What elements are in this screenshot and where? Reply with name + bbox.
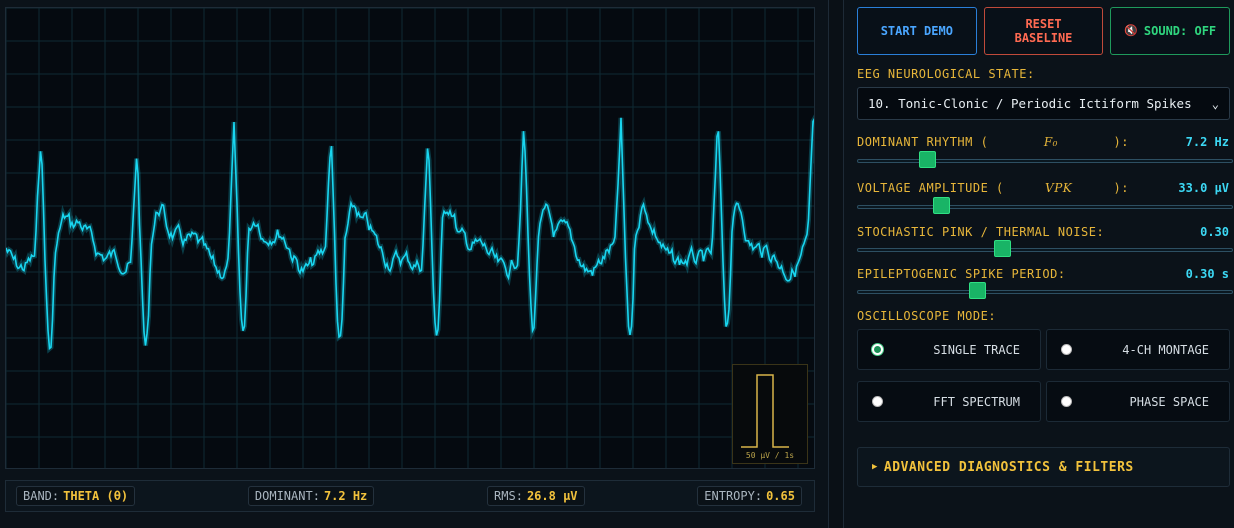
radio-button[interactable] — [872, 396, 883, 407]
slider-label-noise: STOCHASTIC PINK / THERMAL NOISE: — [857, 225, 1105, 239]
slider-thumb[interactable] — [969, 282, 987, 299]
eeg-trace-canvas — [6, 8, 814, 468]
slider-value-voltage-amplitude: 33.0 µV — [1178, 181, 1229, 195]
calibration-box: 50 µV / 1s — [732, 364, 808, 464]
noise-slider[interactable] — [857, 240, 1233, 257]
scope-area: 50 µV / 1s BAND: THETA (θ) DOMINANT: 7.2 H… — [0, 0, 829, 528]
mode-single-trace[interactable]: SINGLE TRACE — [857, 329, 1041, 370]
reset-baseline-button[interactable]: RESET BASELINE — [983, 7, 1104, 55]
status-bar: BAND: THETA (θ) DOMINANT: 7.2 Hz RMS: 26.8 … — [5, 480, 815, 512]
chevron-down-icon: ⌄ — [1211, 96, 1219, 111]
radio-button[interactable] — [1061, 344, 1072, 355]
slider-value-noise: 0.30 — [1200, 225, 1229, 239]
dominant-stat: DOMINANT: 7.2 Hz — [247, 486, 375, 506]
radio-button[interactable] — [872, 344, 883, 355]
start-demo-button[interactable]: START DEMO — [857, 7, 977, 55]
slider-value-dominant-rhythm: 7.2 Hz — [1185, 135, 1229, 149]
voltage-amplitude-slider[interactable] — [857, 197, 1233, 214]
slider-label-spike-period: EPILEPTOGENIC SPIKE PERIOD: — [857, 267, 1066, 281]
slider-value-spike-period: 0.30 s — [1185, 267, 1229, 281]
oscilloscope-display: 50 µV / 1s — [5, 7, 815, 469]
sound-toggle-button[interactable]: 🔇 SOUND: OFF — [1110, 7, 1231, 55]
slider-thumb[interactable] — [933, 197, 951, 214]
control-buttons: START DEMO RESET BASELINE 🔇 SOUND: OFF — [857, 7, 1231, 55]
state-label: EEG NEUROLOGICAL STATE: — [857, 67, 1035, 81]
dominant-rhythm-slider[interactable] — [857, 151, 1233, 168]
advanced-diagnostics-toggle[interactable]: ▶ ADVANCED DIAGNOSTICS & FILTERS — [857, 447, 1230, 487]
eeg-trace — [6, 117, 814, 351]
slider-thumb[interactable] — [919, 151, 937, 168]
slider-label-dominant-rhythm: DOMINANT RHYTHM (F₀): — [857, 135, 1129, 149]
entropy-stat: ENTROPY: 0.65 — [697, 486, 802, 506]
mode-label: OSCILLOSCOPE MODE: — [857, 309, 997, 323]
speaker-muted-icon: 🔇 — [1124, 24, 1138, 37]
calibration-label: 50 µV / 1s — [745, 451, 795, 460]
mode-phase-space[interactable]: PHASE SPACE — [1046, 381, 1230, 422]
state-select[interactable]: 10. Tonic-Clonic / Periodic Ictiform Spi… — [857, 87, 1230, 120]
eeg-trace-glow — [6, 114, 814, 354]
spike-period-slider[interactable] — [857, 282, 1233, 299]
slider-thumb[interactable] — [994, 240, 1012, 257]
slider-label-voltage-amplitude: VOLTAGE AMPLITUDE (VPK): — [857, 181, 1129, 195]
radio-button[interactable] — [1061, 396, 1072, 407]
mode-fft-spectrum[interactable]: FFT SPECTRUM — [857, 381, 1041, 422]
band-stat: BAND: THETA (θ) — [16, 486, 136, 506]
triangle-right-icon: ▶ — [872, 462, 878, 472]
mode-4ch-montage[interactable]: 4-CH MONTAGE — [1046, 329, 1230, 370]
calibration-pulse — [741, 374, 789, 448]
rms-stat: RMS: 26.8 µV — [487, 486, 585, 506]
